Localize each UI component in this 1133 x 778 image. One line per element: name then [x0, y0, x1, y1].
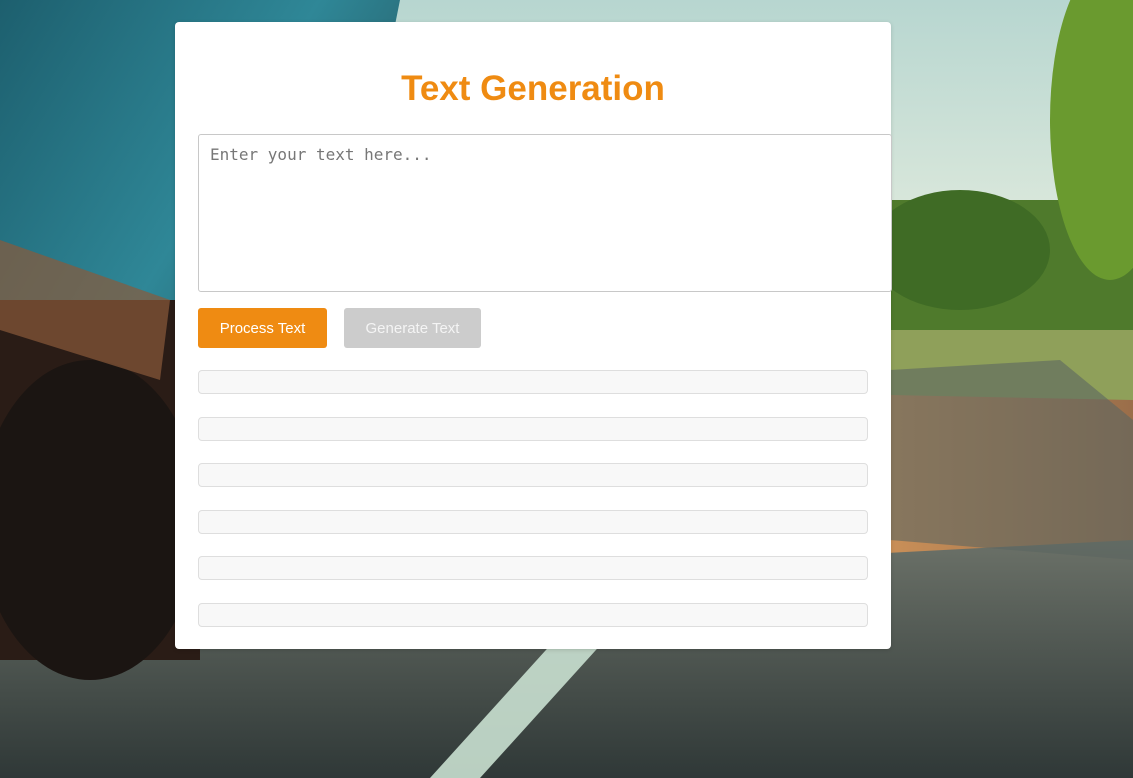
result-field	[198, 556, 868, 580]
text-input[interactable]	[198, 134, 892, 292]
result-field	[198, 603, 868, 627]
result-field	[198, 463, 868, 487]
text-generation-card: Text Generation Process Text Generate Te…	[175, 22, 892, 649]
process-text-button[interactable]: Process Text	[198, 308, 327, 348]
page-title: Text Generation	[401, 69, 665, 108]
result-field	[198, 417, 868, 441]
result-field	[198, 510, 868, 534]
result-field	[198, 370, 868, 394]
generate-text-button[interactable]: Generate Text	[344, 308, 481, 348]
